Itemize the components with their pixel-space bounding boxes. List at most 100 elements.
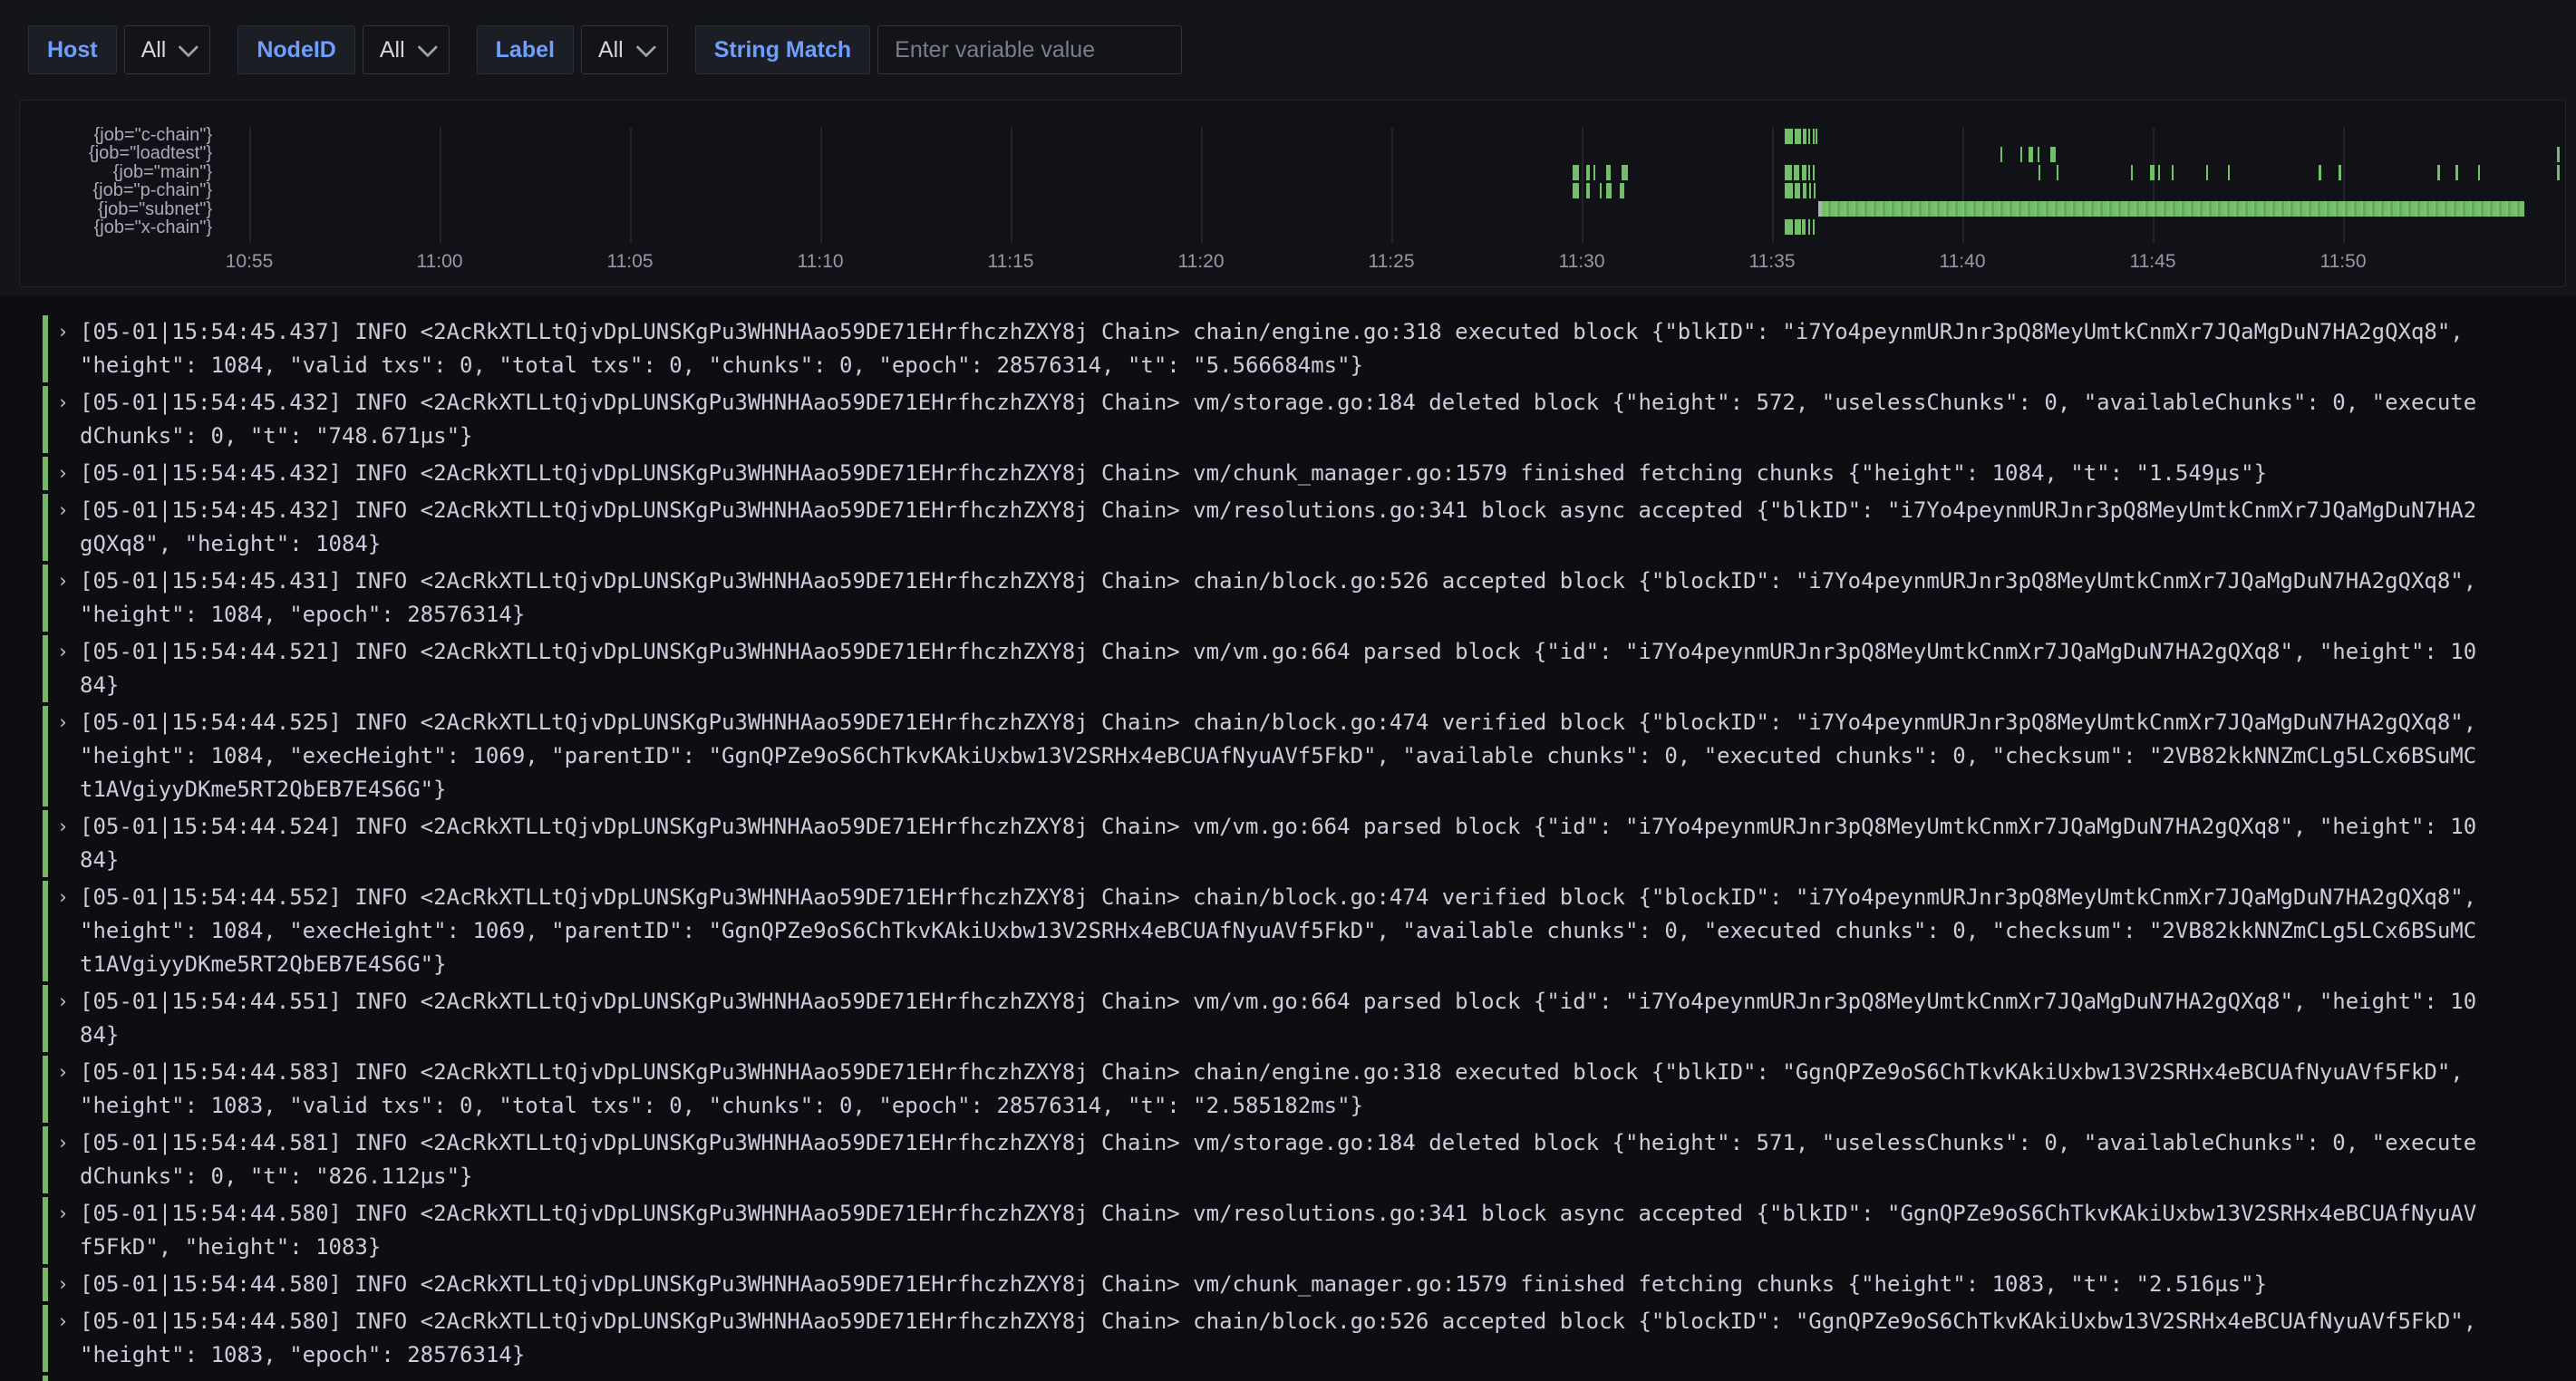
log-volume-mark-main bbox=[1813, 165, 1815, 180]
log-row[interactable]: ›[05-01|15:54:44.580] INFO <2AcRkXTLLtQj… bbox=[43, 1376, 2576, 1381]
log-volume-mark-main bbox=[2557, 165, 2560, 180]
log-volume-mark-main bbox=[2455, 165, 2458, 180]
expand-chevron-icon[interactable]: › bbox=[48, 386, 80, 453]
timeline-plot[interactable]: {job="c-chain"}{job="loadtest"}{job="mai… bbox=[20, 101, 2565, 286]
log-row[interactable]: ›[05-01|15:54:44.580] INFO <2AcRkXTLLtQj… bbox=[43, 1197, 2576, 1264]
log-volume-mark-loadtest bbox=[2000, 147, 2002, 162]
variable-label-nodeid: NodeID bbox=[237, 25, 355, 74]
x-tick-label: 11:05 bbox=[607, 251, 654, 273]
log-row[interactable]: ›[05-01|15:54:44.580] INFO <2AcRkXTLLtQj… bbox=[43, 1305, 2576, 1372]
expand-chevron-icon[interactable]: › bbox=[48, 1305, 80, 1372]
expand-chevron-icon[interactable]: › bbox=[48, 985, 80, 1052]
log-volume-mark-p-chain bbox=[1606, 183, 1612, 198]
log-volume-mark-p-chain bbox=[1785, 183, 1793, 198]
expand-chevron-icon[interactable]: › bbox=[48, 635, 80, 702]
x-tick-label: 11:00 bbox=[417, 251, 463, 273]
log-row[interactable]: ›[05-01|15:54:45.431] INFO <2AcRkXTLLtQj… bbox=[43, 565, 2576, 632]
log-volume-mark-c-chain bbox=[1816, 129, 1817, 144]
expand-chevron-icon[interactable]: › bbox=[48, 1376, 80, 1381]
variable-select-nodeid[interactable]: All bbox=[363, 25, 450, 74]
log-volume-mark-p-chain bbox=[1803, 183, 1806, 198]
x-tick-label: 11:20 bbox=[1178, 251, 1225, 273]
log-volume-mark-x-chain bbox=[1785, 219, 1793, 235]
series-label: {job="c-chain"} bbox=[20, 126, 212, 144]
x-gridline bbox=[1962, 128, 1964, 243]
log-volume-mark-main bbox=[2158, 165, 2160, 180]
variable-select-host[interactable]: All bbox=[124, 25, 211, 74]
x-gridline bbox=[1582, 128, 1583, 243]
log-volume-mark-main bbox=[1593, 165, 1595, 180]
variable-select-value: All bbox=[380, 37, 405, 63]
log-line-text: [05-01|15:54:45.432] INFO <2AcRkXTLLtQjv… bbox=[80, 457, 2476, 490]
log-line-text: [05-01|15:54:44.552] INFO <2AcRkXTLLtQjv… bbox=[80, 881, 2476, 981]
x-gridline bbox=[1201, 128, 1203, 243]
log-volume-mark-main bbox=[2172, 165, 2174, 180]
expand-chevron-icon[interactable]: › bbox=[48, 706, 80, 806]
series-label: {job="subnet"} bbox=[20, 200, 212, 218]
log-row[interactable]: ›[05-01|15:54:44.580] INFO <2AcRkXTLLtQj… bbox=[43, 1268, 2576, 1301]
variable-select-label[interactable]: All bbox=[581, 25, 668, 74]
log-row[interactable]: ›[05-01|15:54:44.551] INFO <2AcRkXTLLtQj… bbox=[43, 985, 2576, 1052]
series-label: {job="p-chain"} bbox=[20, 181, 212, 199]
series-label: {job="x-chain"} bbox=[20, 218, 212, 237]
log-volume-mark-main bbox=[2131, 165, 2133, 180]
expand-chevron-icon[interactable]: › bbox=[48, 315, 80, 382]
variables-toolbar: HostAllNodeIDAllLabelAllString Match bbox=[28, 25, 2558, 74]
log-volume-mark-main bbox=[2057, 165, 2058, 180]
log-volume-panel: {job="c-chain"}{job="loadtest"}{job="mai… bbox=[19, 100, 2566, 287]
log-volume-mark-main bbox=[2478, 165, 2480, 180]
x-tick-label: 11:45 bbox=[2130, 251, 2176, 273]
log-row[interactable]: ›[05-01|15:54:44.524] INFO <2AcRkXTLLtQj… bbox=[43, 810, 2576, 877]
log-row[interactable]: ›[05-01|15:54:44.581] INFO <2AcRkXTLLtQj… bbox=[43, 1126, 2576, 1193]
expand-chevron-icon[interactable]: › bbox=[48, 457, 80, 490]
expand-chevron-icon[interactable]: › bbox=[48, 494, 80, 561]
expand-chevron-icon[interactable]: › bbox=[48, 565, 80, 632]
expand-chevron-icon[interactable]: › bbox=[48, 881, 80, 981]
log-volume-mark-main bbox=[1586, 165, 1590, 180]
chevron-down-icon bbox=[417, 37, 438, 58]
log-line-text: [05-01|15:54:45.432] INFO <2AcRkXTLLtQjv… bbox=[80, 494, 2476, 561]
log-volume-mark-p-chain bbox=[1586, 183, 1590, 198]
log-volume-mark-loadtest bbox=[2050, 147, 2056, 162]
log-row[interactable]: ›[05-01|15:54:45.432] INFO <2AcRkXTLLtQj… bbox=[43, 494, 2576, 561]
log-volume-mark-p-chain bbox=[1814, 183, 1816, 198]
log-row[interactable]: ›[05-01|15:54:45.432] INFO <2AcRkXTLLtQj… bbox=[43, 386, 2576, 453]
log-line-text: [05-01|15:54:44.524] INFO <2AcRkXTLLtQjv… bbox=[80, 810, 2476, 877]
log-line-text: [05-01|15:54:45.432] INFO <2AcRkXTLLtQjv… bbox=[80, 386, 2476, 453]
log-line-text: [05-01|15:54:44.580] INFO <2AcRkXTLLtQjv… bbox=[80, 1305, 2476, 1372]
expand-chevron-icon[interactable]: › bbox=[48, 810, 80, 877]
log-volume-mark-main bbox=[2319, 165, 2321, 180]
variable-label-host: Host bbox=[28, 25, 117, 74]
log-row[interactable]: ›[05-01|15:54:44.521] INFO <2AcRkXTLLtQj… bbox=[43, 635, 2576, 702]
log-volume-mark-x-chain bbox=[1802, 219, 1806, 235]
log-volume-mark-loadtest bbox=[2038, 147, 2039, 162]
expand-chevron-icon[interactable]: › bbox=[48, 1197, 80, 1264]
log-row[interactable]: ›[05-01|15:54:44.583] INFO <2AcRkXTLLtQj… bbox=[43, 1056, 2576, 1123]
log-lines-panel: ›[05-01|15:54:45.437] INFO <2AcRkXTLLtQj… bbox=[0, 295, 2576, 1381]
x-tick-label: 10:55 bbox=[226, 251, 274, 273]
log-row[interactable]: ›[05-01|15:54:44.552] INFO <2AcRkXTLLtQj… bbox=[43, 881, 2576, 981]
variable-label-label: Label bbox=[477, 25, 574, 74]
log-line-text: [05-01|15:54:45.431] INFO <2AcRkXTLLtQjv… bbox=[80, 565, 2476, 632]
log-row[interactable]: ›[05-01|15:54:45.437] INFO <2AcRkXTLLtQj… bbox=[43, 315, 2576, 382]
expand-chevron-icon[interactable]: › bbox=[48, 1126, 80, 1193]
x-gridline bbox=[2343, 128, 2345, 243]
log-volume-mark-loadtest bbox=[2557, 147, 2560, 162]
expand-chevron-icon[interactable]: › bbox=[48, 1268, 80, 1301]
log-line-text: [05-01|15:54:44.551] INFO <2AcRkXTLLtQjv… bbox=[80, 985, 2476, 1052]
series-label: {job="main"} bbox=[20, 163, 212, 181]
variable-value-input[interactable] bbox=[877, 25, 1182, 74]
chevron-down-icon bbox=[179, 37, 199, 58]
expand-chevron-icon[interactable]: › bbox=[48, 1056, 80, 1123]
log-row[interactable]: ›[05-01|15:54:45.432] INFO <2AcRkXTLLtQj… bbox=[43, 457, 2576, 490]
log-line-text: [05-01|15:54:44.525] INFO <2AcRkXTLLtQjv… bbox=[80, 706, 2476, 806]
log-volume-mark-c-chain bbox=[1803, 129, 1806, 144]
x-gridline bbox=[1391, 128, 1393, 243]
variable-select-value: All bbox=[598, 37, 624, 63]
log-volume-mark-c-chain bbox=[1808, 129, 1810, 144]
x-gridline bbox=[440, 128, 441, 243]
x-gridline bbox=[2153, 128, 2155, 243]
log-volume-mark-main bbox=[2339, 165, 2341, 180]
x-tick-label: 11:40 bbox=[1940, 251, 1986, 273]
log-row[interactable]: ›[05-01|15:54:44.525] INFO <2AcRkXTLLtQj… bbox=[43, 706, 2576, 806]
